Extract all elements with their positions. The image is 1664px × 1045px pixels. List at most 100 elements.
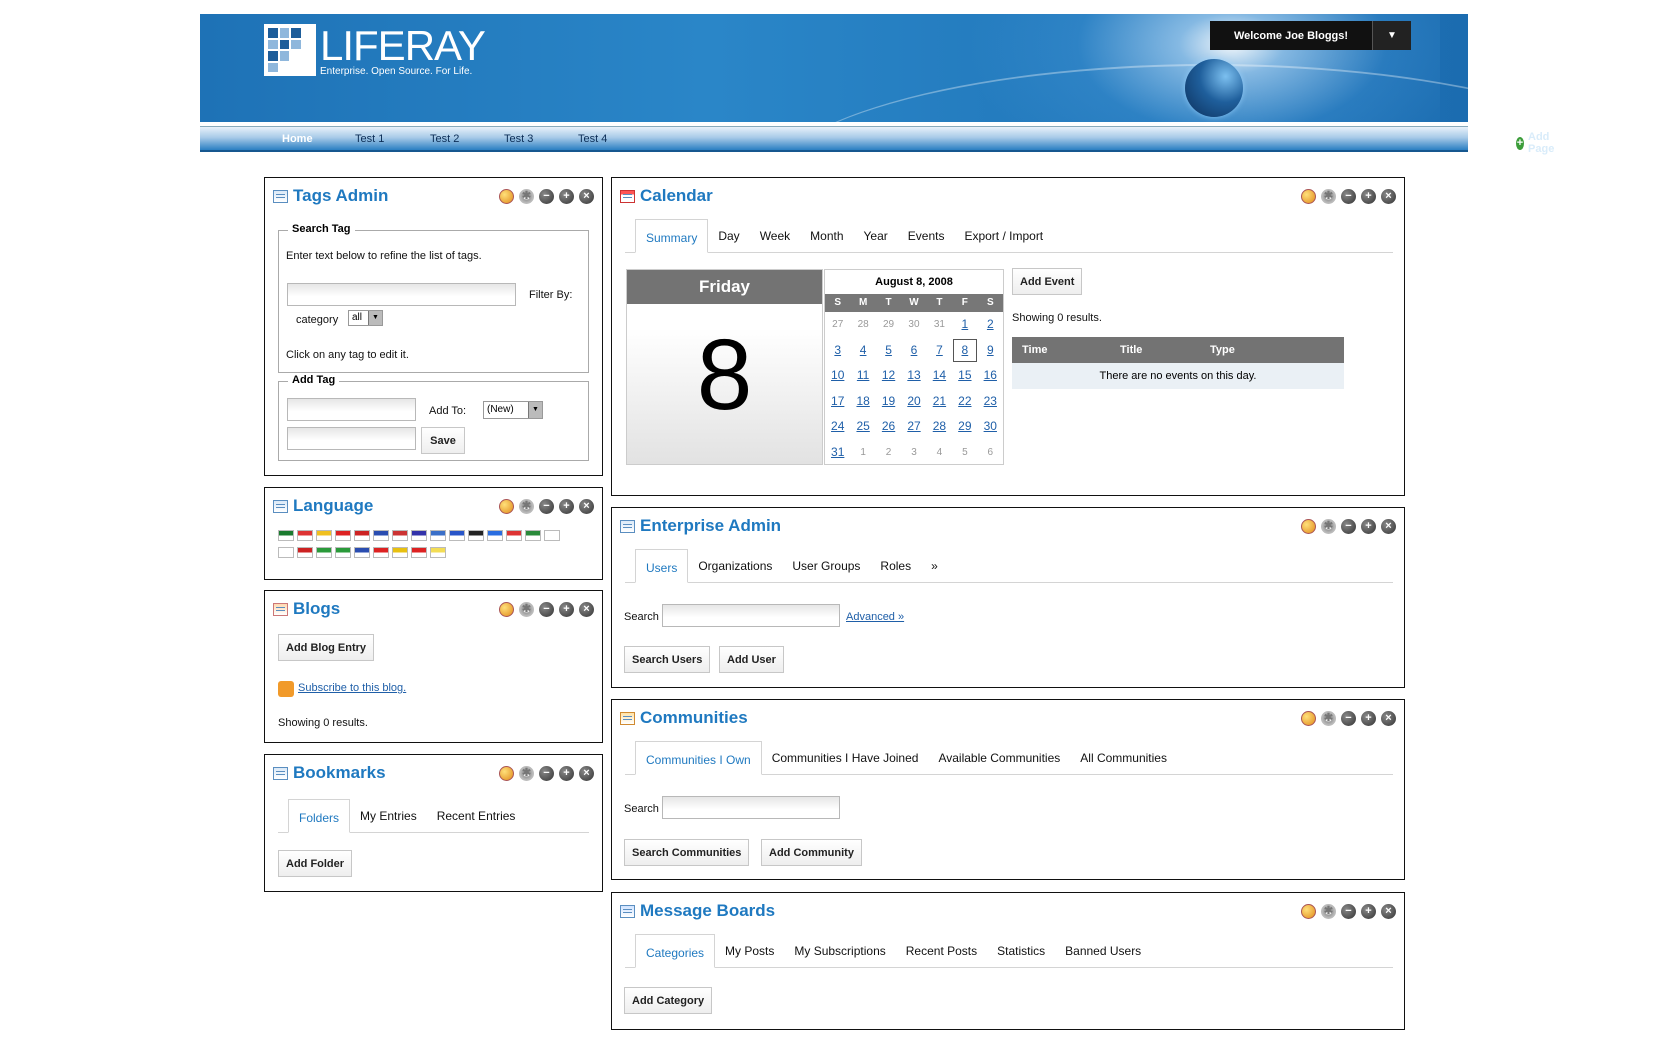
- new-tag-properties-input[interactable]: [287, 427, 416, 450]
- day-link[interactable]: 31: [825, 440, 850, 466]
- day-link[interactable]: 12: [876, 363, 901, 389]
- day-link[interactable]: 16: [978, 363, 1003, 389]
- language-flag-icon[interactable]: [373, 547, 389, 558]
- close-icon[interactable]: ×: [1381, 519, 1396, 534]
- language-flag-icon[interactable]: [392, 547, 408, 558]
- add-blog-entry-button[interactable]: Add Blog Entry: [278, 634, 375, 661]
- day-link[interactable]: 17: [825, 389, 850, 415]
- tab-recent-posts[interactable]: Recent Posts: [896, 935, 987, 967]
- language-flag-icon[interactable]: [354, 530, 370, 541]
- day-link[interactable]: 23: [978, 389, 1003, 415]
- nav-item-test-1[interactable]: Test 1: [355, 133, 384, 145]
- day-link[interactable]: 18: [850, 389, 875, 415]
- minimize-icon[interactable]: −: [1341, 711, 1356, 726]
- look-and-feel-icon[interactable]: [499, 602, 514, 617]
- configuration-gear-icon[interactable]: ✱: [519, 499, 534, 514]
- day-link[interactable]: 27: [901, 414, 926, 440]
- nav-item-test-2[interactable]: Test 2: [430, 133, 459, 145]
- day-link[interactable]: 14: [927, 363, 952, 389]
- user-menu-dropdown-icon[interactable]: ▼: [1372, 21, 1411, 50]
- day-link[interactable]: 3: [825, 338, 850, 364]
- day-link[interactable]: 9: [978, 338, 1003, 364]
- look-and-feel-icon[interactable]: [1301, 519, 1316, 534]
- nav-item-home[interactable]: Home: [282, 133, 313, 145]
- minimize-icon[interactable]: −: [1341, 189, 1356, 204]
- tab-users[interactable]: Users: [635, 549, 689, 583]
- day-link[interactable]: 2: [978, 312, 1003, 338]
- tab-day[interactable]: Day: [708, 220, 749, 252]
- language-flag-icon[interactable]: [297, 547, 313, 558]
- look-and-feel-icon[interactable]: [499, 766, 514, 781]
- day-link[interactable]: 26: [876, 414, 901, 440]
- minimize-icon[interactable]: −: [539, 602, 554, 617]
- tab-events[interactable]: Events: [898, 220, 955, 252]
- add-to-select[interactable]: (New) ▼: [483, 401, 543, 419]
- tab-all-communities[interactable]: All Communities: [1070, 742, 1177, 774]
- add-page-button[interactable]: + Add Page: [1516, 131, 1559, 155]
- maximize-icon[interactable]: +: [1361, 189, 1376, 204]
- language-flag-icon[interactable]: [335, 547, 351, 558]
- maximize-icon[interactable]: +: [559, 602, 574, 617]
- tab-year[interactable]: Year: [854, 220, 898, 252]
- maximize-icon[interactable]: +: [1361, 904, 1376, 919]
- tab-more[interactable]: »: [921, 550, 948, 582]
- maximize-icon[interactable]: +: [1361, 711, 1376, 726]
- tab-banned-users[interactable]: Banned Users: [1055, 935, 1151, 967]
- maximize-icon[interactable]: +: [559, 189, 574, 204]
- add-folder-button[interactable]: Add Folder: [278, 850, 353, 877]
- language-flag-icon[interactable]: [354, 547, 370, 558]
- language-flag-icon[interactable]: [430, 530, 446, 541]
- category-select[interactable]: all ▼: [348, 310, 383, 326]
- look-and-feel-icon[interactable]: [1301, 189, 1316, 204]
- tab-my-posts[interactable]: My Posts: [715, 935, 784, 967]
- look-and-feel-icon[interactable]: [1301, 904, 1316, 919]
- language-flag-icon[interactable]: [335, 530, 351, 541]
- look-and-feel-icon[interactable]: [499, 189, 514, 204]
- selected-day-link[interactable]: 8: [952, 338, 977, 364]
- maximize-icon[interactable]: +: [559, 766, 574, 781]
- tag-search-input[interactable]: [287, 283, 516, 306]
- configuration-gear-icon[interactable]: ✱: [1321, 189, 1336, 204]
- language-flag-icon[interactable]: [316, 547, 332, 558]
- language-flag-icon[interactable]: [278, 530, 294, 541]
- day-link[interactable]: 6: [901, 338, 926, 364]
- tab-my-subscriptions[interactable]: My Subscriptions: [784, 935, 895, 967]
- minimize-icon[interactable]: −: [539, 766, 554, 781]
- search-communities-button[interactable]: Search Communities: [624, 839, 750, 866]
- close-icon[interactable]: ×: [579, 499, 594, 514]
- language-flag-icon[interactable]: [392, 530, 408, 541]
- language-flag-icon[interactable]: [449, 530, 465, 541]
- day-link[interactable]: 30: [978, 414, 1003, 440]
- language-flag-icon[interactable]: [525, 530, 541, 541]
- language-flag-icon[interactable]: [468, 530, 484, 541]
- liferay-logo[interactable]: LIFERAY Enterprise. Open Source. For Lif…: [264, 24, 486, 77]
- configuration-gear-icon[interactable]: ✱: [519, 766, 534, 781]
- tab-organizations[interactable]: Organizations: [688, 550, 782, 582]
- tab-statistics[interactable]: Statistics: [987, 935, 1055, 967]
- day-link[interactable]: 10: [825, 363, 850, 389]
- language-flag-icon[interactable]: [297, 530, 313, 541]
- day-link[interactable]: 13: [901, 363, 926, 389]
- maximize-icon[interactable]: +: [559, 499, 574, 514]
- save-tag-button[interactable]: Save: [421, 427, 465, 454]
- day-link[interactable]: 28: [927, 414, 952, 440]
- user-search-input[interactable]: [662, 604, 840, 627]
- add-event-button[interactable]: Add Event: [1012, 268, 1083, 295]
- day-link[interactable]: 24: [825, 414, 850, 440]
- language-flag-icon[interactable]: [316, 530, 332, 541]
- configuration-gear-icon[interactable]: ✱: [1321, 711, 1336, 726]
- day-link[interactable]: 1: [952, 312, 977, 338]
- search-users-button[interactable]: Search Users: [624, 646, 711, 673]
- minimize-icon[interactable]: −: [539, 189, 554, 204]
- language-flag-icon[interactable]: [430, 547, 446, 558]
- close-icon[interactable]: ×: [1381, 904, 1396, 919]
- tab-communities-joined[interactable]: Communities I Have Joined: [762, 742, 929, 774]
- language-flag-icon[interactable]: [278, 547, 294, 558]
- maximize-icon[interactable]: +: [1361, 519, 1376, 534]
- day-link[interactable]: 5: [876, 338, 901, 364]
- close-icon[interactable]: ×: [579, 189, 594, 204]
- language-flag-icon[interactable]: [411, 547, 427, 558]
- language-flag-icon[interactable]: [544, 530, 560, 541]
- day-link[interactable]: 29: [952, 414, 977, 440]
- day-link[interactable]: 25: [850, 414, 875, 440]
